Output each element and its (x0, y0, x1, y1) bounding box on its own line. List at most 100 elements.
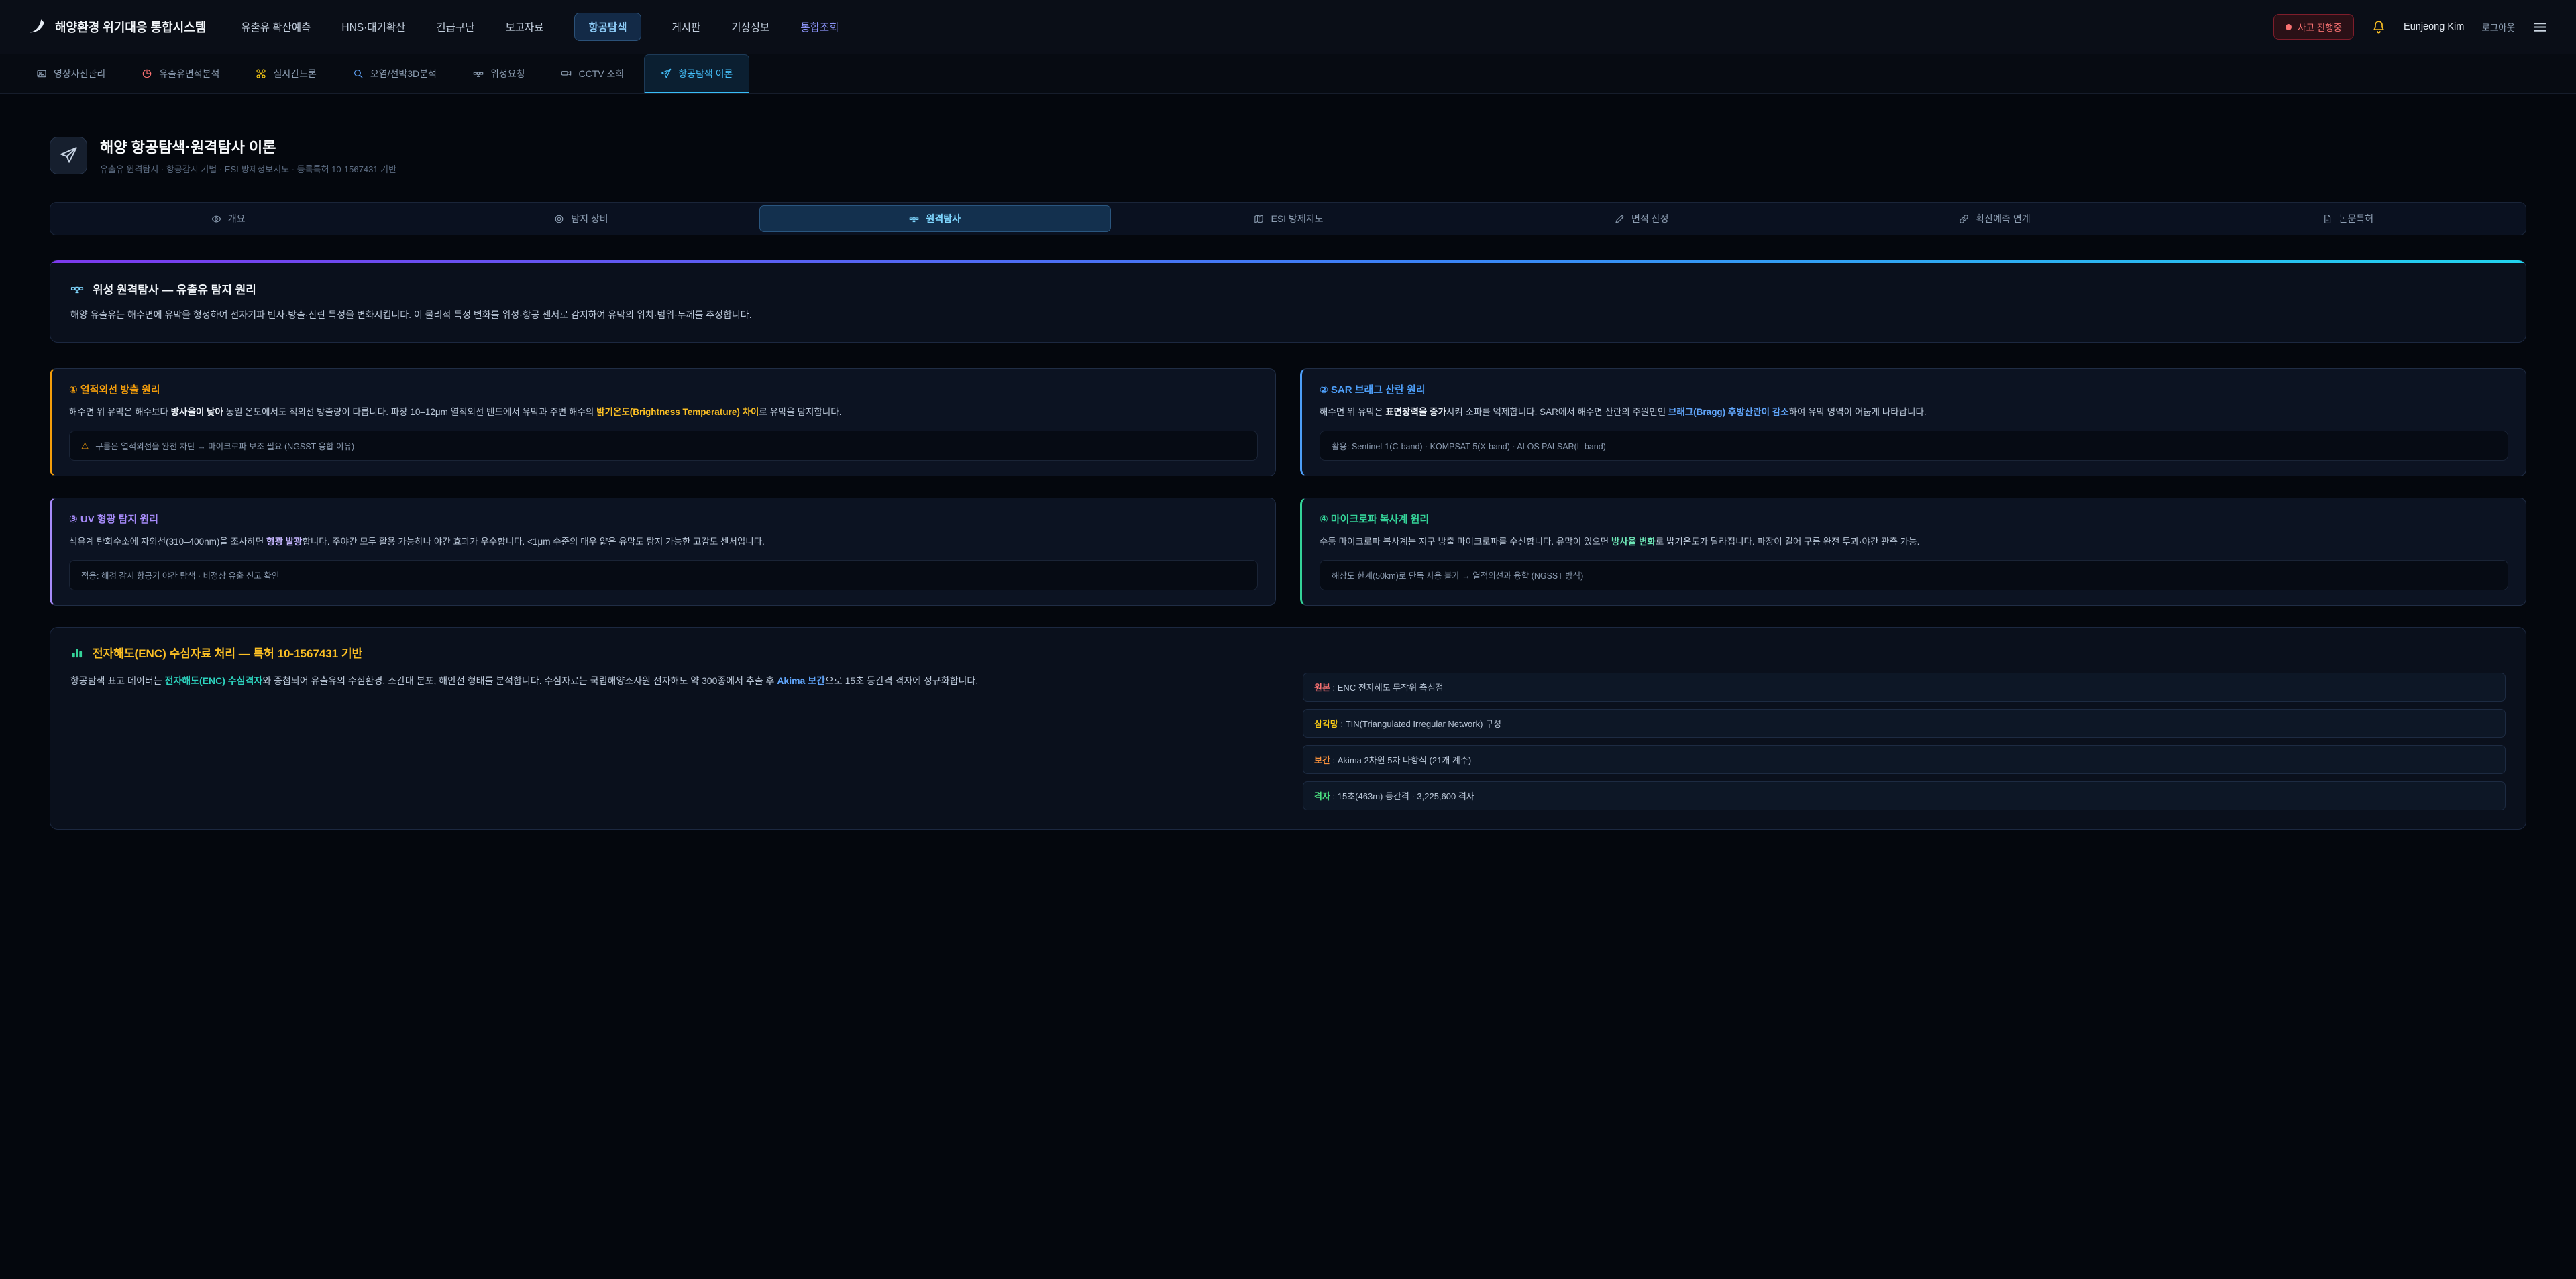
enc-title: 전자해도(ENC) 수심자료 처리 — 특허 10-1567431 기반 (93, 644, 362, 661)
pencil-icon (1615, 214, 1625, 224)
eye-icon (211, 214, 221, 224)
main-menu: 유출유 확산예측 HNS·대기확산 긴급구난 보고자료 항공탐색 게시판 기상정… (241, 13, 2239, 41)
tab-label: 논문특허 (2339, 212, 2374, 225)
card-title: ③ UV 형광 탐지 원리 (69, 512, 1258, 526)
card-thermal-infrared: ① 열적외선 방출 원리 해수면 위 유막은 해수보다 방사율이 낮아 동일 온… (50, 368, 1276, 476)
card-sar-bragg: ② SAR 브래그 산란 원리 해수면 위 유막은 표면장력을 증가시켜 소파를… (1300, 368, 2526, 476)
nav-item-reports[interactable]: 보고자료 (505, 19, 543, 34)
enc-bathymetry-panel: 전자해도(ENC) 수심자료 처리 — 특허 10-1567431 기반 항공탐… (50, 627, 2526, 830)
card-note: 적용: 해경 감시 항공기 야간 탐색 · 비정상 유출 신고 확인 (69, 560, 1258, 590)
card-title: ① 열적외선 방출 원리 (69, 382, 1258, 396)
nav-item-weather-info[interactable]: 기상정보 (731, 19, 769, 34)
subnav-label: 위성요청 (490, 67, 525, 80)
subnav-label: 항공탐색 이론 (678, 67, 733, 80)
nav-item-hns-atmospheric[interactable]: HNS·대기확산 (341, 19, 405, 34)
card-microwave-radiometer: ④ 마이크로파 복사계 원리 수동 마이크로파 복사계는 지구 방출 마이크로파… (1300, 498, 2526, 606)
tab-label: ESI 방제지도 (1271, 212, 1323, 225)
nav-item-emergency-rescue[interactable]: 긴급구난 (436, 19, 474, 34)
drone-icon (256, 68, 266, 79)
enc-body: 항공탐색 표고 데이터는 전자해도(ENC) 수심격자와 중첩되어 유출유의 수… (70, 673, 1273, 689)
bar-chart-icon (70, 646, 84, 659)
main-content: 해양 항공탐색·원격탐사 이론 유출유 원격탐지 · 항공감시 기법 · ESI… (0, 135, 2576, 830)
cctv-icon (561, 68, 572, 79)
nav-item-aerial-search[interactable]: 항공탐색 (574, 13, 641, 41)
tab-esi-map[interactable]: ESI 방제지도 (1114, 205, 1464, 232)
map-icon (1254, 214, 1264, 224)
subnav-label: 오염/선박3D분석 (370, 67, 437, 80)
photo-icon (36, 68, 47, 79)
tab-detection-equipment[interactable]: 탐지 장비 (406, 205, 756, 232)
tab-label: 확산예측 연계 (1976, 212, 2030, 225)
warning-icon: ⚠ (81, 441, 89, 451)
enc-row-interpolation: 보간 : Akima 2차원 5차 다항식 (21개 계수) (1303, 745, 2506, 774)
subnav-label: 실시간드론 (273, 67, 316, 80)
tab-label: 면적 산정 (1631, 212, 1668, 225)
section-body: 해양 유출유는 해수면에 유막을 형성하여 전자기파 반사·방출·산란 특성을 … (70, 307, 2506, 323)
section-title: 위성 원격탐사 — 유출유 탐지 원리 (93, 280, 256, 297)
top-navigation: 해양환경 위기대응 통합시스템 유출유 확산예측 HNS·대기확산 긴급구난 보… (0, 0, 2576, 54)
card-note: 해상도 한계(50km)로 단독 사용 불가 → 열적외선과 융합 (NGSST… (1320, 560, 2508, 590)
enc-row-source: 원본 : ENC 전자해도 무작위 측심점 (1303, 673, 2506, 702)
user-name: Eunjeong Kim (2404, 21, 2464, 32)
nav-item-board[interactable]: 게시판 (672, 19, 701, 34)
remote-sensing-panel: 위성 원격탐사 — 유출유 탐지 원리 해양 유출유는 해수면에 유막을 형성하… (50, 260, 2526, 343)
card-body: 해수면 위 유막은 표면장력을 증가시켜 소파를 억제합니다. SAR에서 해수… (1320, 405, 2508, 420)
hamburger-menu-icon[interactable] (2532, 19, 2548, 35)
tab-papers-patents[interactable]: 논문특허 (2173, 205, 2523, 232)
tab-area-calculation[interactable]: 면적 산정 (1466, 205, 1817, 232)
tab-overview[interactable]: 개요 (53, 205, 403, 232)
subnav-item-image-management[interactable]: 영상사진관리 (20, 54, 121, 93)
card-note: 활용: Sentinel-1(C-band) · KOMPSAT-5(X-ban… (1320, 431, 2508, 461)
principle-cards: ① 열적외선 방출 원리 해수면 위 유막은 해수보다 방사율이 낮아 동일 온… (50, 368, 2526, 606)
subnav-item-satellite-request[interactable]: 위성요청 (457, 54, 541, 93)
nav-item-oil-spill-forecast[interactable]: 유출유 확산예측 (241, 19, 311, 34)
page-subtitle: 유출유 원격탐지 · 항공감시 기법 · ESI 방제정보지도 · 등록특허 1… (100, 162, 396, 175)
theory-tab-bar: 개요 탐지 장비 원격탐사 ESI 방제지도 면적 산정 확산예측 연계 논문특… (50, 202, 2526, 235)
card-uv-fluorescence: ③ UV 형광 탐지 원리 석유계 탄화수소에 자외선(310–400nm)을 … (50, 498, 1276, 606)
subnav-item-cctv[interactable]: CCTV 조회 (545, 54, 640, 93)
tab-remote-sensing[interactable]: 원격탐사 (759, 205, 1111, 232)
page-header: 해양 항공탐색·원격탐사 이론 유출유 원격탐지 · 항공감시 기법 · ESI… (50, 135, 2526, 175)
paper-plane-icon (661, 68, 672, 79)
subnav-item-aerial-theory[interactable]: 항공탐색 이론 (644, 54, 749, 93)
card-body: 수동 마이크로파 복사계는 지구 방출 마이크로파를 수신합니다. 유막이 있으… (1320, 535, 2508, 549)
logout-button[interactable]: 로그아웃 (2481, 20, 2515, 34)
subnav-item-oil-area-analysis[interactable]: 유출유면적분석 (125, 54, 235, 93)
topnav-right: 사고 진행중 Eunjeong Kim 로그아웃 (2273, 14, 2548, 40)
card-title: ② SAR 브래그 산란 원리 (1320, 382, 2508, 396)
subnav-label: CCTV 조회 (578, 67, 624, 80)
card-body: 해수면 위 유막은 해수보다 방사율이 낮아 동일 온도에서도 적외선 방출량이… (69, 405, 1258, 420)
page-title: 해양 항공탐색·원격탐사 이론 (100, 135, 396, 157)
enc-row-tin: 삼각망 : TIN(Triangulated Irregular Network… (1303, 709, 2506, 738)
tab-label: 탐지 장비 (571, 212, 608, 225)
gradient-accent-bar (50, 260, 2526, 263)
tab-diffusion-link[interactable]: 확산예측 연계 (1819, 205, 2169, 232)
incident-status-badge[interactable]: 사고 진행중 (2273, 14, 2354, 40)
magnifier-icon (353, 68, 364, 79)
card-body: 석유계 탄화수소에 자외선(310–400nm)을 조사하면 형광 발광합니다.… (69, 535, 1258, 549)
enc-row-grid: 격자 : 15초(463m) 등간격 · 3,225,600 격자 (1303, 781, 2506, 810)
tab-label: 개요 (228, 212, 246, 225)
page-plane-icon (50, 137, 87, 174)
subnav-item-pollution-ship-3d[interactable]: 오염/선박3D분석 (337, 54, 453, 93)
incident-dot-icon (2286, 24, 2292, 30)
link-icon (1959, 214, 1969, 224)
enc-processing-steps: 원본 : ENC 전자해도 무작위 측심점 삼각망 : TIN(Triangul… (1303, 673, 2506, 810)
incident-label: 사고 진행중 (2298, 20, 2342, 34)
brand[interactable]: 해양환경 위기대응 통합시스템 (28, 18, 206, 36)
satellite-icon (473, 68, 484, 79)
bell-icon[interactable] (2371, 19, 2386, 34)
satellite-icon (70, 282, 84, 296)
nav-item-integrated-search[interactable]: 통합조회 (800, 19, 839, 34)
document-icon (2322, 214, 2332, 224)
subnav-label: 영상사진관리 (54, 67, 105, 80)
tab-label: 원격탐사 (926, 212, 961, 225)
subnav-label: 유출유면적분석 (159, 67, 219, 80)
pie-chart-icon (142, 68, 152, 79)
card-note: ⚠ 구름은 열적외선을 완전 차단 → 마이크로파 보조 필요 (NGSST 융… (69, 431, 1258, 461)
sub-navigation: 영상사진관리 유출유면적분석 실시간드론 오염/선박3D분석 위성요청 CCTV… (0, 54, 2576, 94)
subnav-item-realtime-drone[interactable]: 실시간드론 (239, 54, 332, 93)
radar-icon (554, 214, 564, 224)
wing-logo-icon (28, 18, 46, 36)
card-title: ④ 마이크로파 복사계 원리 (1320, 512, 2508, 526)
